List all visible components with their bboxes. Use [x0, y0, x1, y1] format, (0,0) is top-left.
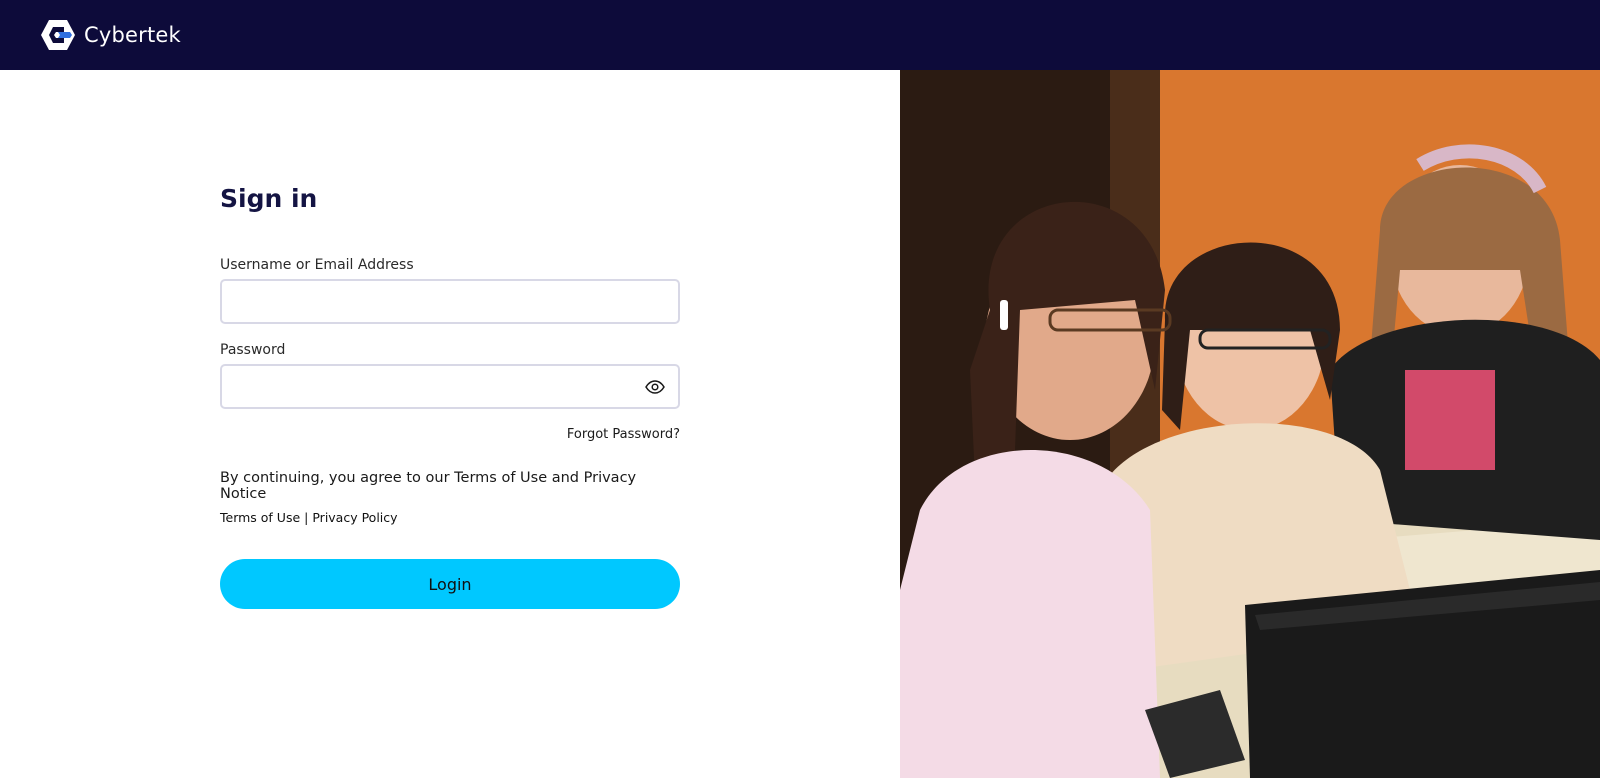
legal-separator: |	[304, 510, 309, 525]
username-input-box[interactable]	[220, 279, 680, 324]
legal-links: Terms of Use | Privacy Policy	[220, 510, 680, 525]
brand-logo-link[interactable]: Cybertek	[40, 19, 181, 51]
username-input[interactable]	[234, 281, 666, 322]
brand-name: Cybertek	[84, 23, 181, 47]
terms-of-use-link[interactable]: Terms of Use	[220, 510, 300, 525]
signin-panel: Sign in Username or Email Address Passwo…	[0, 70, 900, 778]
privacy-policy-link[interactable]: Privacy Policy	[312, 510, 397, 525]
eye-icon[interactable]	[644, 376, 666, 398]
password-label: Password	[220, 342, 286, 358]
signin-form: Sign in Username or Email Address Passwo…	[220, 184, 680, 609]
page-title: Sign in	[220, 184, 318, 213]
three-women-looking-at-computer-photo	[900, 70, 1600, 778]
login-button[interactable]: Login	[220, 559, 680, 609]
username-label: Username or Email Address	[220, 257, 414, 273]
password-field-group: Password	[220, 342, 680, 409]
agreement-text: By continuing, you agree to our Terms of…	[220, 470, 637, 502]
cybertek-logo-icon	[41, 20, 75, 50]
hero-photo	[900, 70, 1600, 778]
username-field-group: Username or Email Address	[220, 257, 680, 324]
top-navigation-bar: Cybertek	[0, 0, 1600, 70]
forgot-password-row: Forgot Password?	[220, 423, 680, 442]
forgot-password-link[interactable]: Forgot Password?	[567, 427, 680, 442]
password-input-box[interactable]	[220, 364, 680, 409]
password-input[interactable]	[234, 366, 644, 407]
